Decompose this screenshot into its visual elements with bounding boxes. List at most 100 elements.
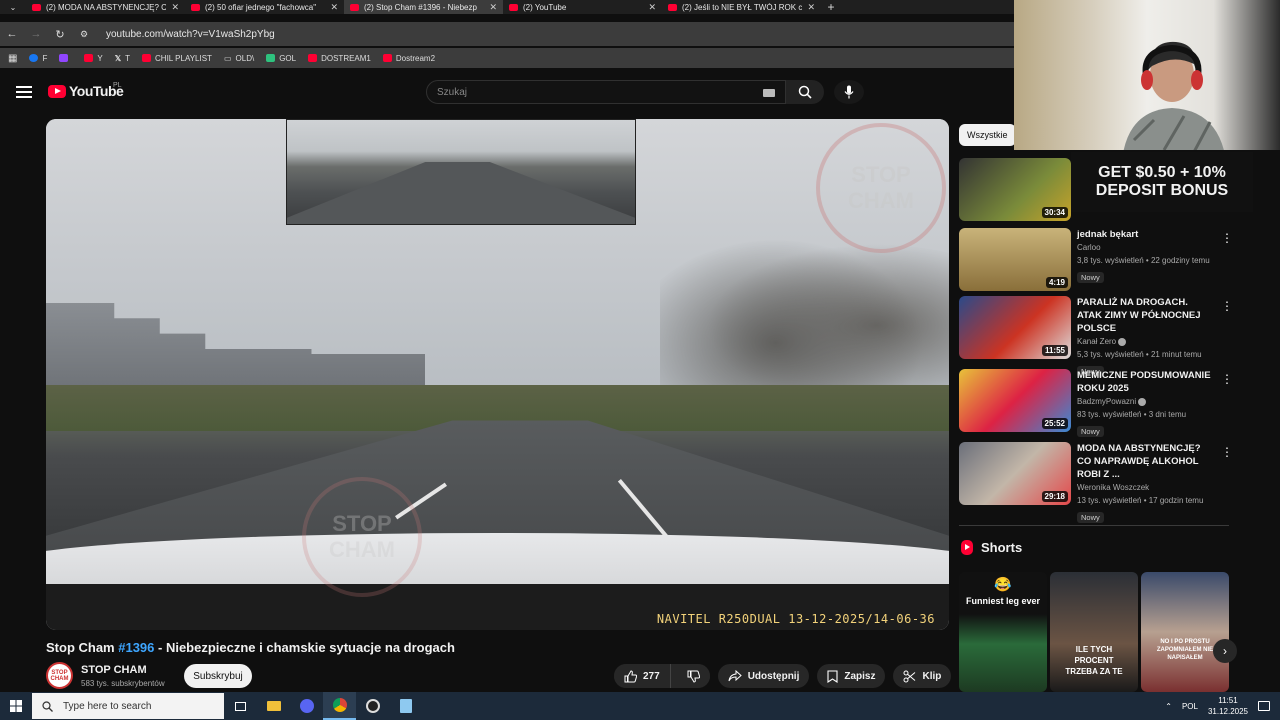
bookmark-label: DOSTREAM1 (321, 53, 371, 63)
obs-icon[interactable] (356, 692, 389, 720)
recommendation-title[interactable]: PARALIŻ NA DROGACH. ATAK ZIMY W PÓŁNOCNE… (1077, 296, 1213, 335)
back-arrow-icon[interactable]: ← (0, 28, 24, 40)
video-thumbnail[interactable]: 11:55 (959, 296, 1071, 359)
task-view-icon[interactable] (224, 692, 257, 720)
channel-avatar[interactable]: STOP CHAM (46, 662, 73, 689)
dislike-button[interactable] (676, 664, 710, 688)
clock[interactable]: 11:51 31.12.2025 (1208, 695, 1248, 717)
bookmark-item[interactable]: CHIL PLAYLIST (142, 54, 212, 63)
bookmark-item[interactable]: 𝕏T (115, 54, 130, 63)
short-thumbnail[interactable]: 😂 Funniest leg ever (959, 572, 1047, 692)
file-explorer-icon[interactable] (257, 692, 290, 720)
browser-tab[interactable]: (2) Jeśli to NIE BYŁ TWÓJ ROK c ✕ (662, 0, 821, 14)
menu-hamburger-icon[interactable] (16, 86, 32, 98)
subscribe-button[interactable]: Subskrybuj (184, 664, 252, 688)
clip-label: Klip (922, 670, 942, 682)
bookmark-label: Y (97, 53, 103, 63)
recommendation-item[interactable]: 29:18 MODA NA ABSTYNENCJĘ? CO NAPRAWDĘ A… (959, 442, 1233, 523)
video-thumbnail[interactable]: 4:19 (959, 228, 1071, 291)
browser-tab[interactable]: (2) 50 ofiar jednego "fachowca" ✕ (185, 0, 344, 14)
close-tab-icon[interactable]: ✕ (807, 2, 815, 13)
search-button[interactable] (786, 80, 824, 104)
taskbar-search-input[interactable]: Type here to search (32, 693, 224, 719)
video-thumbnail[interactable]: 29:18 (959, 442, 1071, 505)
url-field[interactable]: youtube.com/watch?v=V1waSh2pYbg (106, 29, 275, 40)
bookmark-folder[interactable]: ▭ OLD\ (224, 54, 254, 63)
facebook-icon (29, 54, 39, 62)
browser-tab[interactable]: (2) MODA NA ABSTYNENCJĘ? C ✕ (26, 0, 185, 14)
short-caption: ILE TYCH PROCENT TRZEBA ZA TE (1065, 645, 1123, 676)
bookmark-label: T (125, 53, 131, 63)
more-vertical-icon[interactable]: ⋮ (1221, 373, 1233, 385)
bookmark-item[interactable]: DOSTREAM1 (308, 54, 371, 63)
ad-banner[interactable]: GET $0.50 + 10% DEPOSIT BONUS (1071, 152, 1253, 212)
ad-thumbnail[interactable]: 30:34 (959, 158, 1071, 221)
discord-icon[interactable] (290, 692, 323, 720)
shorts-next-arrow-icon[interactable]: › (1213, 639, 1237, 663)
like-button[interactable]: 277 (614, 664, 671, 688)
recommendation-channel[interactable]: BadzmyPowazni (1077, 395, 1213, 408)
start-button[interactable] (0, 692, 32, 720)
recommendation-title[interactable]: MEMICZNE PODSUMOWANIE ROKU 2025 (1077, 369, 1213, 395)
tab-search-button[interactable]: ⌄ (0, 0, 26, 14)
clock-date: 31.12.2025 (1207, 707, 1248, 716)
notifications-icon[interactable] (1258, 701, 1270, 711)
short-thumbnail[interactable]: NO I PO PROSTU ZAPOMNIAŁEM NIE NAPISAŁEM (1141, 572, 1229, 692)
chrome-icon[interactable] (323, 692, 356, 720)
save-button[interactable]: Zapisz (817, 664, 886, 688)
chevron-up-icon[interactable]: ⌃ (1165, 702, 1172, 711)
recommendation-channel[interactable]: Kanał Zero (1077, 335, 1213, 348)
voice-search-button[interactable] (834, 80, 864, 104)
bookmark-item[interactable] (59, 54, 72, 62)
filter-chip-all[interactable]: Wszystkie (959, 124, 1016, 146)
microphone-icon (844, 85, 854, 99)
youtube-icon (84, 54, 94, 62)
recommendation-item[interactable]: 4:19 jednak bękart Carloo 3,8 tys. wyświ… (959, 228, 1233, 292)
recommendation-channel[interactable]: Weronika Woszczek (1077, 481, 1213, 494)
apps-grid-icon[interactable]: ▦ (8, 53, 17, 64)
reload-icon[interactable]: ↻ (48, 28, 72, 41)
new-tab-button[interactable]: + (821, 0, 841, 14)
close-tab-icon[interactable]: ✕ (171, 2, 179, 13)
bookmark-item[interactable]: Y (84, 53, 103, 63)
search-input[interactable]: Szukaj (426, 80, 786, 104)
clip-button[interactable]: Klip (893, 664, 952, 688)
bookmark-item[interactable]: F (29, 54, 47, 63)
language-indicator[interactable]: POL (1182, 702, 1198, 711)
recommendation-title[interactable]: jednak bękart (1077, 228, 1213, 241)
recommendation-item[interactable]: 25:52 MEMICZNE PODSUMOWANIE ROKU 2025 Ba… (959, 369, 1233, 437)
more-vertical-icon[interactable]: ⋮ (1221, 232, 1233, 244)
notepad-icon[interactable] (389, 692, 422, 720)
close-tab-icon[interactable]: ✕ (330, 2, 338, 13)
browser-tab-bar: ⌄ (2) MODA NA ABSTYNENCJĘ? C ✕ (2) 50 ofi… (0, 0, 1014, 14)
recommendation-title[interactable]: MODA NA ABSTYNENCJĘ? CO NAPRAWDĘ ALKOHOL… (1077, 442, 1213, 481)
recommendation-item[interactable]: 11:55 PARALIŻ NA DROGACH. ATAK ZIMY W PÓ… (959, 296, 1233, 377)
keyboard-icon[interactable] (763, 89, 775, 97)
dashcam-timestamp: NAVITEL R250DUAL 13-12-2025/14-06-36 (656, 612, 935, 626)
close-tab-icon[interactable]: ✕ (648, 2, 656, 13)
recommendation-channel[interactable]: Carloo (1077, 241, 1213, 254)
share-button[interactable]: Udostępnij (717, 664, 810, 688)
hashtag-link[interactable]: #1396 (118, 640, 154, 655)
bookmark-label: OLD\ (235, 53, 255, 63)
forward-arrow-icon[interactable]: → (24, 28, 48, 40)
more-vertical-icon[interactable]: ⋮ (1221, 446, 1233, 458)
bookmark-item[interactable]: Dostream2 (382, 53, 436, 63)
close-tab-icon[interactable]: ✕ (489, 2, 497, 13)
site-info-icon[interactable]: ⚙ (72, 29, 96, 40)
bookmark-label: Dostream2 (395, 53, 436, 63)
recommendation-meta: 83 tys. wyświetleń • 3 dni temu (1077, 410, 1187, 419)
windows-taskbar: Type here to search ⌃ POL 11:51 31.12.20… (0, 692, 1280, 720)
duration-badge: 25:52 (1041, 418, 1068, 429)
more-vertical-icon[interactable]: ⋮ (1221, 300, 1233, 312)
tab-title: (2) YouTube (523, 2, 567, 12)
video-player[interactable]: STOP CHAM STOP CHAM NAVITEL R250DUAL 13-… (46, 119, 949, 630)
short-thumbnail[interactable]: ILE TYCH PROCENT TRZEBA ZA TE (1050, 572, 1138, 692)
duration-badge: 11:55 (1041, 345, 1068, 356)
channel-name[interactable]: STOP CHAM (81, 664, 147, 676)
browser-tab[interactable]: (2) YouTube ✕ (503, 0, 662, 14)
video-thumbnail[interactable]: 25:52 (959, 369, 1071, 432)
bookmark-item[interactable]: GOL (266, 54, 296, 63)
browser-tab-active[interactable]: (2) Stop Cham #1396 - Niebezp ✕ (344, 0, 503, 14)
youtube-favicon-icon (509, 3, 518, 11)
